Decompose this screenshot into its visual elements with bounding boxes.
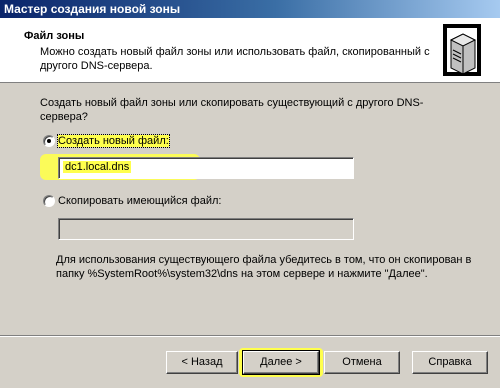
radio-create-new[interactable] xyxy=(43,135,55,147)
new-file-name-value: dc1.local.dns xyxy=(63,161,132,173)
radio-dot xyxy=(47,139,51,143)
hint-text: Для использования существующего файла уб… xyxy=(56,254,472,280)
radio-copy-existing[interactable] xyxy=(43,195,55,207)
server-icon xyxy=(443,24,481,76)
option-copy-existing-label[interactable]: Скопировать имеющийся файл: xyxy=(58,195,221,207)
header-title: Файл зоны xyxy=(24,30,85,42)
back-button[interactable]: < Назад xyxy=(166,351,238,374)
option-create-new-label[interactable]: Создать новый файл: xyxy=(57,134,170,148)
new-file-name-input[interactable]: dc1.local.dns xyxy=(58,157,354,179)
help-button[interactable]: Справка xyxy=(412,351,488,374)
existing-file-input[interactable] xyxy=(58,218,354,240)
title-bar[interactable]: Мастер создания новой зоны xyxy=(0,0,500,18)
wizard-header: Файл зоны Можно создать новый файл зоны … xyxy=(0,18,500,83)
header-description: Можно создать новый файл зоны или исполь… xyxy=(40,46,430,72)
question-text: Создать новый файл зоны или скопировать … xyxy=(40,97,424,123)
footer-divider xyxy=(0,335,500,337)
cancel-button[interactable]: Отмена xyxy=(324,351,400,374)
window-title: Мастер создания новой зоны xyxy=(4,2,181,16)
next-button[interactable]: Далее > xyxy=(242,350,320,375)
